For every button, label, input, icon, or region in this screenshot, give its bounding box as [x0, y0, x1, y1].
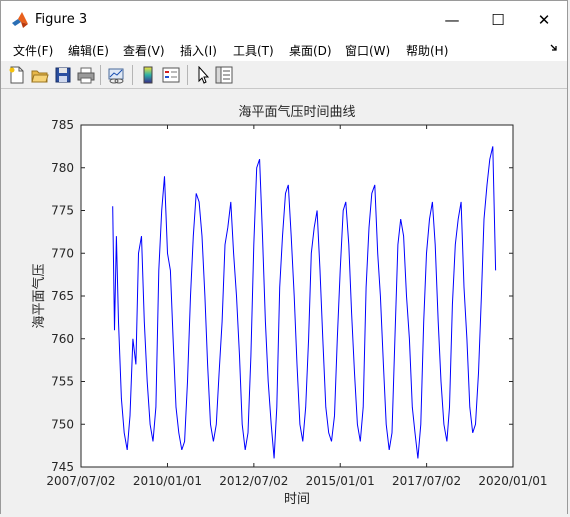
x-tick-label: 2007/07/02 [46, 474, 115, 488]
figure-window: Figure 3 — ☐ ✕ 文件(F) 编辑(E) 查看(V) 插入(I) 工… [0, 0, 568, 515]
maximize-button[interactable]: ☐ [475, 1, 521, 39]
figure-canvas[interactable]: 745 750 755 760 765 770 775 780 785 2007/07/02 20… [1, 89, 567, 515]
title-bar: Figure 3 — ☐ ✕ [1, 1, 567, 39]
colorbar-icon[interactable] [139, 66, 157, 84]
toolbar-separator [100, 65, 101, 85]
print-icon[interactable] [77, 66, 95, 84]
toolbar-separator [132, 65, 133, 85]
y-tick-label: 760 [51, 332, 74, 346]
y-tick-label: 785 [51, 118, 74, 132]
x-axis-label: 时间 [284, 492, 310, 507]
line-chart[interactable]: 745 750 755 760 765 770 775 780 785 2007/07/02 20… [1, 89, 569, 513]
y-tick-label: 745 [51, 460, 74, 474]
y-tick-label: 770 [51, 246, 74, 260]
open-file-icon[interactable] [31, 66, 49, 84]
menu-file[interactable]: 文件(F) [13, 42, 53, 59]
y-tick-label: 750 [51, 417, 74, 431]
toolbar-separator [187, 65, 188, 85]
save-icon[interactable] [54, 66, 72, 84]
minimize-button[interactable]: — [429, 1, 475, 39]
x-tick-label: 2015/01/01 [306, 474, 375, 488]
property-inspector-icon[interactable] [215, 66, 233, 84]
y-tick-label: 755 [51, 375, 74, 389]
close-icon: ✕ [537, 11, 551, 29]
plot-area [80, 124, 514, 468]
menu-bar: 文件(F) 编辑(E) 查看(V) 插入(I) 工具(T) 桌面(D) 窗口(W… [1, 39, 567, 61]
menu-insert[interactable]: 插入(I) [180, 42, 217, 59]
menu-edit[interactable]: 编辑(E) [68, 42, 109, 59]
menu-view[interactable]: 查看(V) [123, 42, 165, 59]
window-title: Figure 3 [35, 12, 88, 27]
menu-window[interactable]: 窗口(W) [345, 42, 390, 59]
new-figure-icon[interactable] [8, 66, 26, 84]
y-tick-label: 765 [51, 289, 74, 303]
figure-toolbar [1, 61, 567, 89]
y-tick-label: 775 [51, 204, 74, 218]
menu-tools[interactable]: 工具(T) [233, 42, 274, 59]
y-axis-label: 海平面气压 [31, 263, 47, 328]
chart-title: 海平面气压时间曲线 [238, 104, 355, 120]
legend-icon[interactable] [162, 66, 180, 84]
menu-desktop[interactable]: 桌面(D) [289, 42, 332, 59]
menu-help[interactable]: 帮助(H) [406, 42, 448, 59]
x-tick-label: 2012/07/02 [219, 474, 288, 488]
minimize-icon: — [444, 11, 460, 29]
matlab-logo-icon [12, 12, 28, 28]
x-tick-label: 2020/01/01 [478, 474, 547, 488]
close-button[interactable]: ✕ [521, 1, 567, 39]
link-plot-icon[interactable] [107, 66, 125, 84]
x-tick-label: 2010/01/01 [133, 474, 202, 488]
dock-arrow-icon[interactable] [549, 43, 559, 53]
y-tick-label: 780 [51, 161, 74, 175]
maximize-icon: ☐ [491, 11, 505, 29]
x-tick-label: 2017/07/02 [392, 474, 461, 488]
pointer-icon[interactable] [194, 66, 212, 84]
